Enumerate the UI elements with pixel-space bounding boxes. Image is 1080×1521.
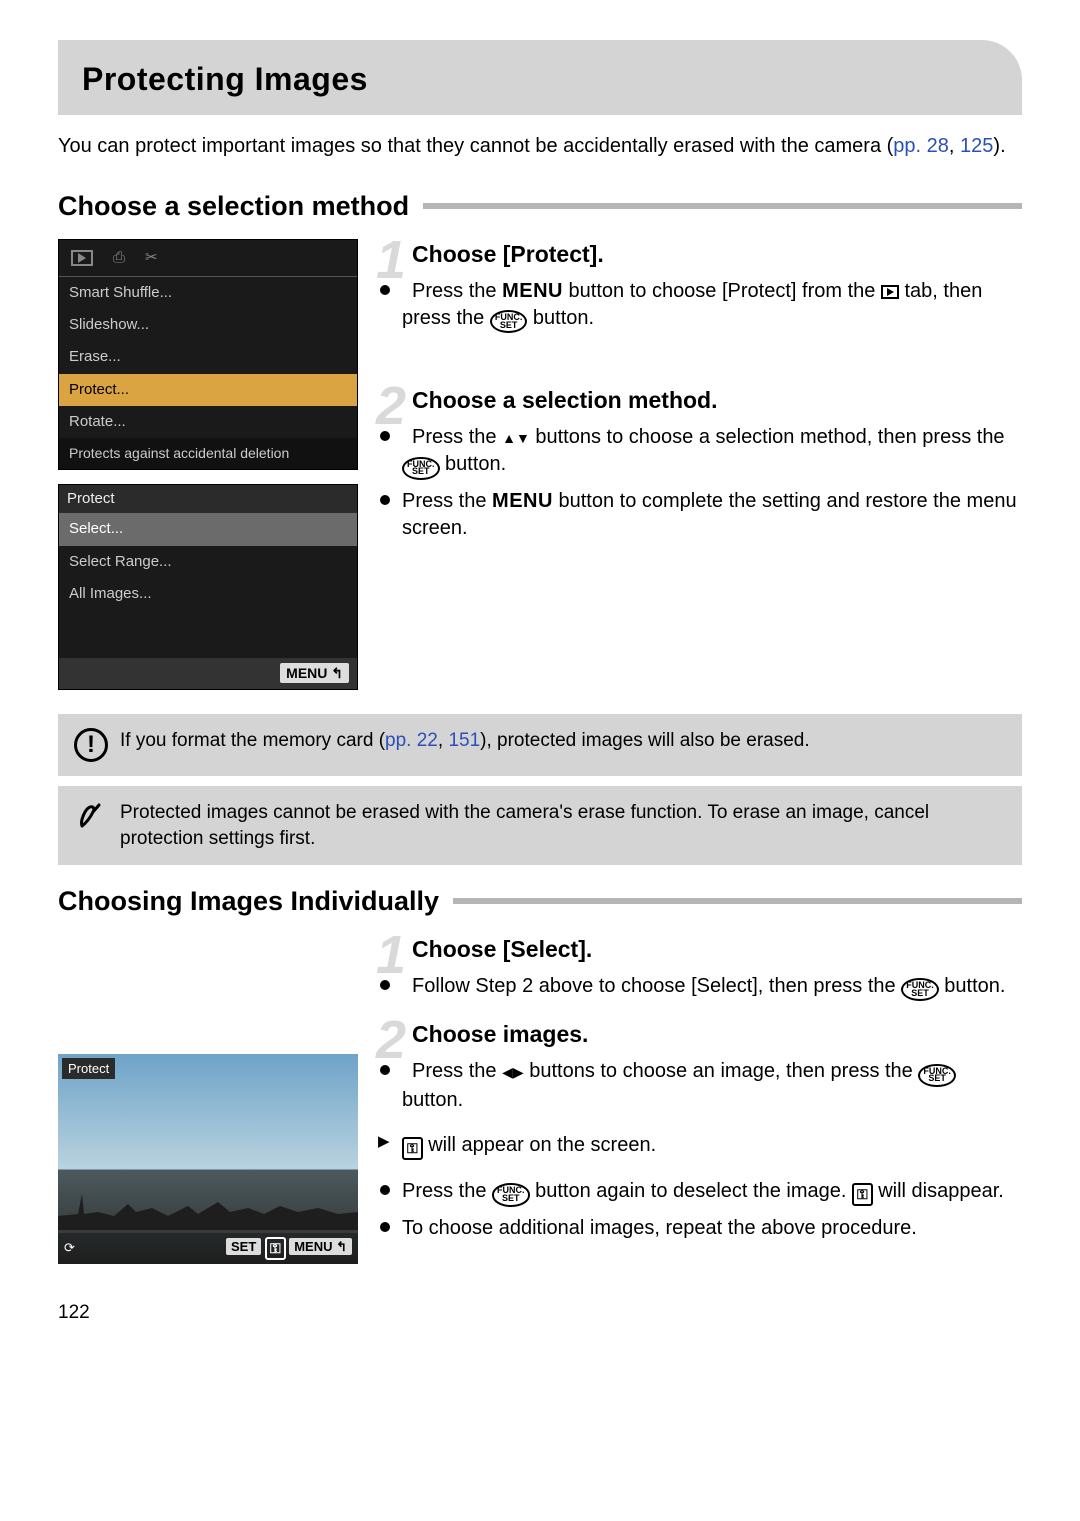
func-set-button-icon: FUNC.SET (402, 457, 440, 480)
step-title: Choose a selection method. (376, 385, 1022, 416)
section-heading: Choose a selection method (58, 188, 1022, 224)
menu-button-label: MENU (502, 280, 563, 302)
preview-footer-right: SET ⚿ MENU ↰ (226, 1237, 352, 1260)
camera-preview-screenshot: Protect ⟳ SET ⚿ MENU ↰ (58, 1054, 358, 1264)
step-block: 1 Choose [Select]. Follow Step 2 above t… (376, 934, 1022, 1002)
camera-submenu-header: Protect (59, 485, 357, 513)
step-block: 1 Choose [Protect]. Press the MENU butto… (376, 239, 1022, 334)
camera-menu-item: Slideshow... (59, 309, 357, 341)
page-number: 122 (58, 1300, 1022, 1326)
step-bullet: Press the FUNC.SET button again to desel… (376, 1178, 1022, 1207)
warning-icon: ! (74, 728, 108, 762)
func-set-button-icon: FUNC.SET (490, 310, 528, 333)
step-bullet: Press the buttons to choose a selection … (376, 424, 1022, 480)
protect-key-icon: ⚿ (852, 1183, 873, 1206)
playback-tab-icon (71, 250, 93, 266)
screenshot-column: Protect ⟳ SET ⚿ MENU ↰ (58, 934, 358, 1264)
camera-menu-footer: Protects against accidental deletion (59, 438, 357, 469)
left-arrow-icon (502, 1060, 513, 1082)
page-ref-link[interactable]: 125 (960, 135, 993, 157)
step-title: Choose [Protect]. (376, 239, 1022, 270)
camera-menu-item: Rotate... (59, 406, 357, 438)
step-title: Choose images. (376, 1019, 1022, 1050)
step-number: 1 (376, 239, 406, 282)
step-bullet: Press the MENU button to choose [Protect… (376, 278, 1022, 334)
preview-footer-left: ⟳ (64, 1239, 75, 1257)
intro-paragraph: You can protect important images so that… (58, 133, 1022, 160)
step-title: Choose [Select]. (376, 934, 1022, 965)
page-ref-link[interactable]: pp. 22 (385, 730, 438, 751)
camera-menu-item: Erase... (59, 341, 357, 373)
camera-menu-item: Smart Shuffle... (59, 277, 357, 309)
intro-text: You can protect important images so that… (58, 135, 887, 157)
pencil-icon (74, 800, 108, 834)
down-arrow-icon (516, 426, 530, 448)
warning-callout: ! If you format the memory card (pp. 22,… (58, 714, 1022, 776)
section-heading-text: Choose a selection method (58, 188, 409, 224)
camera-submenu-item-selected: Select... (59, 513, 357, 545)
step-number: 2 (376, 1019, 406, 1062)
camera-menu-screenshot: ⎙ ✂ Smart Shuffle... Slideshow... Erase.… (58, 239, 358, 470)
page-title: Protecting Images (82, 58, 998, 101)
section-heading-text: Choosing Images Individually (58, 883, 439, 919)
camera-submenu-screenshot: Protect Select... Select Range... All Im… (58, 484, 358, 690)
note-callout: Protected images cannot be erased with t… (58, 786, 1022, 865)
print-tab-icon: ⎙ (113, 248, 125, 268)
protect-key-icon: ⚿ (402, 1137, 423, 1160)
page-ref-link[interactable]: pp. 28 (893, 135, 949, 157)
camera-submenu-footer: MENU ↰ (59, 658, 357, 689)
up-arrow-icon (502, 426, 516, 448)
screenshot-column: ⎙ ✂ Smart Shuffle... Slideshow... Erase.… (58, 239, 358, 690)
step-block: 2 Choose images. Press the buttons to ch… (376, 1019, 1022, 1241)
tools-tab-icon: ✂ (145, 248, 158, 268)
func-set-button-icon: FUNC.SET (492, 1183, 530, 1206)
heading-rule (423, 203, 1022, 209)
preview-label: Protect (62, 1058, 115, 1080)
step-number: 1 (376, 934, 406, 977)
step-bullet: To choose additional images, repeat the … (376, 1215, 1022, 1242)
camera-menu-item-highlighted: Protect... (59, 374, 357, 406)
step-row: ⎙ ✂ Smart Shuffle... Slideshow... Erase.… (58, 239, 1022, 690)
right-arrow-icon (513, 1060, 524, 1082)
step-bullet: Press the MENU button to complete the se… (376, 488, 1022, 542)
camera-submenu-item: Select Range... (59, 546, 357, 578)
step-bullet: Press the buttons to choose an image, th… (376, 1058, 1022, 1114)
page-ref-link[interactable]: 151 (448, 730, 480, 751)
warning-text: If you format the memory card (pp. 22, 1… (120, 728, 1006, 754)
section-heading: Choosing Images Individually (58, 883, 1022, 919)
func-set-button-icon: FUNC.SET (901, 978, 939, 1001)
preview-skyline (58, 1186, 358, 1230)
step-block: 2 Choose a selection method. Press the b… (376, 385, 1022, 542)
func-set-button-icon: FUNC.SET (918, 1064, 956, 1087)
page-title-band: Protecting Images (58, 40, 1022, 115)
note-text: Protected images cannot be erased with t… (120, 800, 1006, 851)
preview-footer: ⟳ SET ⚿ MENU ↰ (58, 1233, 358, 1264)
heading-rule (453, 898, 1022, 904)
step-bullet: Follow Step 2 above to choose [Select], … (376, 973, 1022, 1002)
camera-tabbar: ⎙ ✂ (59, 240, 357, 277)
step-number: 2 (376, 385, 406, 428)
playback-tab-icon (881, 285, 899, 299)
menu-button-label: MENU (492, 490, 553, 512)
step-result: ⚿ will appear on the screen. (376, 1132, 1022, 1160)
step-row: Protect ⟳ SET ⚿ MENU ↰ 1 Choose [Select]… (58, 934, 1022, 1264)
camera-submenu-item: All Images... (59, 578, 357, 610)
